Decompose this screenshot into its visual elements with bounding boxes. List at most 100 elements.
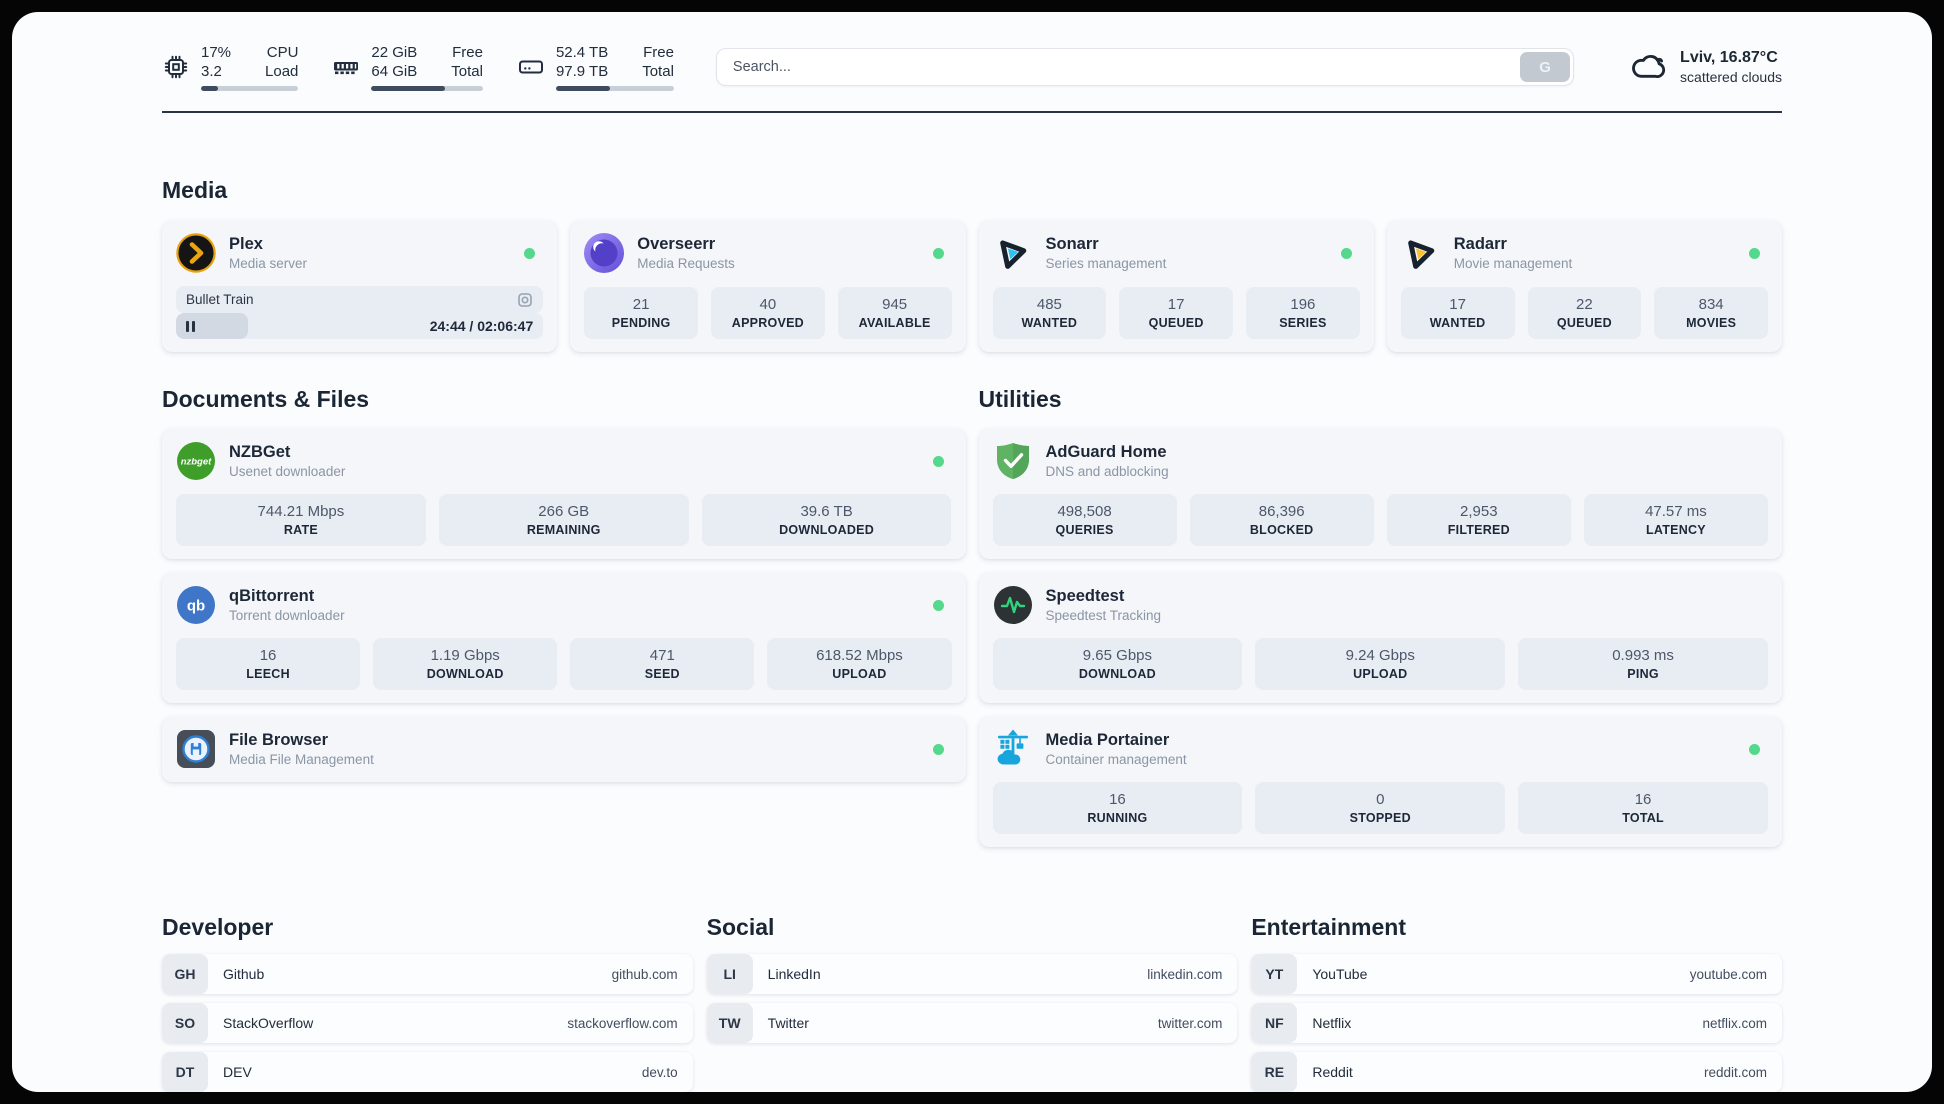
- bookmark-reddit[interactable]: RE Reddit reddit.com: [1251, 1052, 1783, 1092]
- app-name: Speedtest: [1045, 587, 1125, 605]
- bookmark-tag: RE: [1251, 1052, 1298, 1092]
- cpu-stat: 17% 3.2 CPU Load: [162, 43, 299, 91]
- disk-progress-bar: [555, 86, 674, 91]
- app-card-filebrowser[interactable]: File Browser Media File Management: [162, 716, 966, 782]
- bookmark-url: dev.to: [641, 1064, 678, 1080]
- bookmark-netflix[interactable]: NF Netflix netflix.com: [1251, 1003, 1783, 1043]
- radarr-icon: [1407, 240, 1435, 269]
- ram-free-value: 22 GiB: [371, 44, 418, 61]
- section-title-entertainment: Entertainment: [1251, 914, 1406, 940]
- pause-button[interactable]: [186, 320, 195, 332]
- sonarr-icon: [999, 240, 1026, 269]
- app-card-sonarr[interactable]: Sonarr Series management 485 WANTED 17 QUE…: [978, 220, 1374, 352]
- cpu-label-top: CPU: [266, 44, 299, 61]
- app-name: File Browser: [229, 731, 329, 749]
- bookmark-tag: NF: [1251, 1003, 1298, 1043]
- bookmark-name: Twitter: [767, 1015, 809, 1031]
- status-dot: [932, 247, 944, 259]
- app-desc: Series management: [1045, 256, 1167, 271]
- status-dot: [1340, 247, 1352, 259]
- disk-label-bottom: Total: [642, 63, 674, 80]
- stat-filtered: 2,953 FILTERED: [1386, 494, 1571, 546]
- stat-stopped: 0 STOPPED: [1255, 782, 1506, 834]
- stat-remaining: 266 GB REMAINING: [438, 494, 689, 546]
- bookmark-url: stackoverflow.com: [567, 1015, 678, 1031]
- adguard-icon: [996, 443, 1029, 479]
- bookmark-linkedin[interactable]: LI LinkedIn linkedin.com: [706, 954, 1238, 994]
- bookmark-tag: LI: [706, 954, 753, 994]
- stat-blocked: 86,396 BLOCKED: [1189, 494, 1374, 546]
- bookmark-dev[interactable]: DT DEV dev.to: [162, 1052, 693, 1092]
- app-desc: Speedtest Tracking: [1045, 608, 1162, 623]
- weather-widget: Lviv, 16.87°C scattered clouds: [1628, 47, 1782, 87]
- bookmark-stackoverflow[interactable]: SO StackOverflow stackoverflow.com: [162, 1003, 693, 1043]
- status-dot: [932, 599, 944, 611]
- app-card-plex[interactable]: Plex Media server Bullet Train 24:44 / 0…: [162, 220, 558, 352]
- ram-icon: [334, 62, 359, 75]
- stat-ping: 0.993 ms PING: [1518, 638, 1768, 690]
- svg-text:nzbget: nzbget: [181, 457, 212, 468]
- media-cards-row: Plex Media server Bullet Train 24:44 / 0…: [162, 220, 1782, 352]
- stat-latency: 47.57 ms LATENCY: [1583, 494, 1768, 546]
- system-stats: 17% 3.2 CPU Load 22 GiB 64 GiB Free Tota…: [162, 43, 674, 91]
- section-title-utilities: Utilities: [978, 386, 1062, 412]
- bookmark-group-social: Social LI LinkedIn linkedin.com TW Twitt…: [706, 914, 1238, 1052]
- bookmark-github[interactable]: GH Github github.com: [162, 954, 693, 994]
- media-frame-icon: [517, 292, 533, 308]
- stat-running: 16 RUNNING: [992, 782, 1243, 834]
- stat-total: 16 TOTAL: [1518, 782, 1768, 834]
- cpu-usage-value: 17%: [201, 44, 232, 61]
- documents-column: Documents & Files nzbget NZBGet Usenet d…: [162, 386, 966, 795]
- app-card-adguard[interactable]: AdGuard Home DNS and adblocking 498,508 Q…: [978, 428, 1782, 559]
- section-title-social: Social: [706, 914, 775, 940]
- app-card-nzbget[interactable]: nzbget NZBGet Usenet downloader 744.21 M…: [162, 428, 966, 559]
- ram-label-top: Free: [452, 44, 483, 61]
- app-card-speedtest[interactable]: Speedtest Speedtest Tracking 9.65 Gbps DO…: [978, 572, 1782, 703]
- bookmark-url: github.com: [611, 966, 678, 982]
- app-name: Radarr: [1453, 235, 1507, 253]
- app-card-overseerr[interactable]: Overseerr Media Requests 21 PENDING 40 APP…: [570, 220, 966, 352]
- search-bar: G: [715, 48, 1575, 86]
- playback-time: 24:44 / 02:06:47: [429, 318, 534, 334]
- app-card-portainer[interactable]: Media Portainer Container management 16 R…: [978, 716, 1782, 847]
- status-dot: [1749, 247, 1760, 259]
- bookmark-name: DEV: [223, 1064, 252, 1080]
- ram-label-bottom: Total: [451, 63, 483, 80]
- app-desc: Media File Management: [229, 752, 374, 767]
- app-desc: Usenet downloader: [229, 464, 346, 479]
- svg-text:qb: qb: [187, 598, 205, 615]
- bookmark-group-developer: Developer GH Github github.com SO StackO…: [162, 914, 693, 1092]
- app-name: Sonarr: [1045, 235, 1099, 253]
- ram-stat: 22 GiB 64 GiB Free Total: [332, 43, 483, 91]
- stat-download: 1.19 Gbps DOWNLOAD: [373, 638, 558, 690]
- section-title-media: Media: [162, 177, 228, 203]
- search-engine-button[interactable]: G: [1520, 52, 1571, 82]
- stat-upload: 618.52 Mbps UPLOAD: [767, 638, 952, 690]
- stat-approved: 40 APPROVED: [711, 287, 825, 339]
- playback-progress-bar[interactable]: 24:44 / 02:06:47: [176, 313, 544, 339]
- plex-icon: [176, 233, 216, 273]
- bookmark-name: StackOverflow: [223, 1015, 314, 1031]
- search-input[interactable]: [715, 48, 1575, 86]
- app-desc: DNS and adblocking: [1045, 464, 1169, 479]
- bookmark-url: twitter.com: [1157, 1015, 1223, 1031]
- app-name: Overseerr: [637, 235, 716, 253]
- weather-location: Lviv, 16.87°C: [1680, 49, 1778, 66]
- status-dot: [932, 455, 944, 467]
- app-desc: Container management: [1045, 752, 1187, 767]
- overseerr-icon: [584, 233, 625, 273]
- section-title-developer: Developer: [162, 914, 274, 940]
- bookmark-youtube[interactable]: YT YouTube youtube.com: [1251, 954, 1783, 994]
- cpu-icon: [164, 55, 188, 79]
- top-bar: 17% 3.2 CPU Load 22 GiB 64 GiB Free Tota…: [162, 38, 1782, 96]
- bookmark-name: Netflix: [1312, 1015, 1352, 1031]
- qbittorrent-icon: qb: [177, 586, 215, 624]
- speedtest-icon: [993, 586, 1032, 624]
- disk-label-top: Free: [643, 44, 674, 61]
- bookmark-twitter[interactable]: TW Twitter twitter.com: [706, 1003, 1238, 1043]
- now-playing-pill: Bullet Train: [176, 286, 544, 313]
- disk-icon: [518, 60, 543, 74]
- app-card-qbittorrent[interactable]: qb qBittorrent Torrent downloader 16 LEEC…: [162, 572, 966, 703]
- app-card-radarr[interactable]: Radarr Movie management 17 WANTED 22 QUEUE…: [1386, 220, 1782, 352]
- stat-queued: 17 QUEUED: [1119, 287, 1233, 339]
